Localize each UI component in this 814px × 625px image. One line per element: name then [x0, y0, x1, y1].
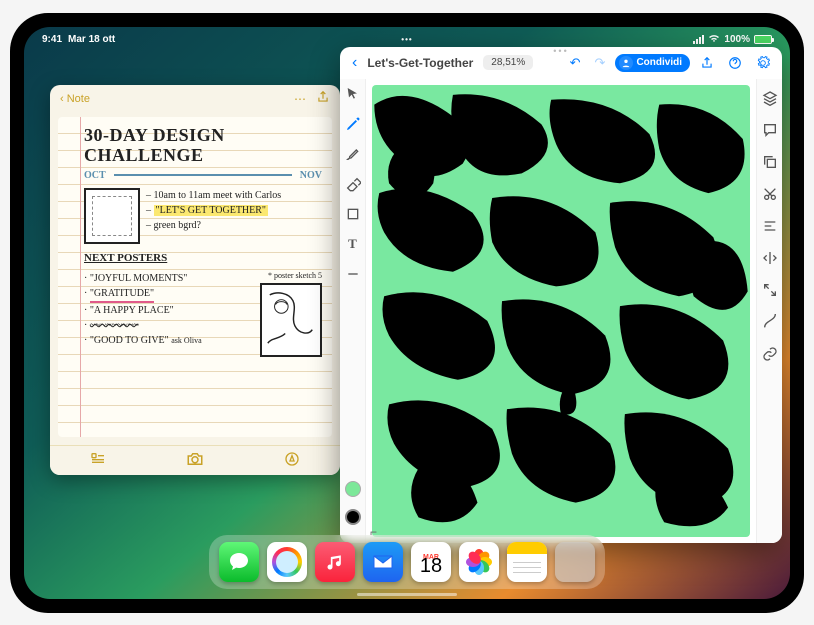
app-mail[interactable] [363, 542, 403, 582]
app-library[interactable] [555, 542, 595, 582]
layers-icon[interactable] [761, 89, 779, 107]
signal-icon [693, 35, 704, 44]
notes-paper[interactable]: 30-DAY DESIGN CHALLENGE OCT NOV – 10am t… [58, 117, 332, 437]
notes-window[interactable]: ‹ Note ⋯ 30-DAY DESIGN CHALLENGE OCT NOV [50, 85, 340, 475]
poster-1: "JOYFUL MOMENTS" [90, 273, 188, 284]
app-safari[interactable] [267, 542, 307, 582]
color-swatch-green[interactable] [345, 481, 361, 497]
settings-icon[interactable] [752, 56, 774, 70]
app-photos[interactable] [459, 542, 499, 582]
notes-back-button[interactable]: ‹ Note [60, 93, 90, 105]
notes-bottom-toolbar [50, 445, 340, 475]
eraser-tool[interactable] [344, 175, 362, 193]
timeline-line [114, 174, 292, 176]
left-toolbar: T [340, 79, 366, 543]
bullet-2: "LET'S GET TOGETHER" [154, 205, 269, 216]
right-toolbar [756, 79, 782, 543]
poster-2: "GRATITUDE" [90, 286, 154, 303]
dock: MAR18 [209, 535, 605, 589]
app-notes[interactable] [507, 542, 547, 582]
status-date: Mar 18 ott [68, 34, 115, 45]
ipad-screen: 9:41 Mar 18 ott ••• 100% ‹ Note ⋯ [24, 27, 790, 599]
whiteboard-titlebar: ••• ‹ Let's-Get-Together 28,51% ↶ ↷ Cond… [340, 47, 782, 79]
checklist-icon[interactable] [90, 451, 106, 470]
help-icon[interactable] [724, 56, 746, 70]
artwork-canvas[interactable] [372, 85, 750, 537]
comment-icon[interactable] [761, 121, 779, 139]
wb-zoom-control[interactable]: 28,51% [483, 55, 533, 70]
camera-icon[interactable] [186, 450, 204, 471]
brush-tool[interactable] [344, 145, 362, 163]
multitask-dots-icon[interactable]: ••• [401, 35, 412, 44]
flip-icon[interactable] [761, 249, 779, 267]
wifi-icon [708, 33, 720, 46]
whiteboard-window[interactable]: ••• ‹ Let's-Get-Together 28,51% ↶ ↷ Cond… [340, 47, 782, 543]
align-icon[interactable] [761, 217, 779, 235]
poster-sketch-5 [260, 283, 322, 357]
wb-back-button[interactable]: ‹ [348, 54, 361, 72]
pen-tool[interactable] [344, 115, 362, 133]
duplicate-icon[interactable] [761, 153, 779, 171]
battery-icon [754, 35, 772, 44]
link-icon[interactable] [761, 345, 779, 363]
status-time: 9:41 [42, 34, 62, 45]
text-tool[interactable]: T [344, 235, 362, 253]
color-swatch-black[interactable] [345, 509, 361, 525]
app-music[interactable] [315, 542, 355, 582]
share-button[interactable]: Condividi [615, 54, 690, 72]
month-to: NOV [300, 167, 322, 184]
bullet-1: 10am to 11am meet with Carlos [154, 190, 282, 201]
app-calendar[interactable]: MAR18 [411, 542, 451, 582]
notes-more-icon[interactable]: ⋯ [294, 92, 308, 106]
line-tool[interactable] [344, 265, 362, 283]
wb-title: Let's-Get-Together [367, 56, 473, 70]
poster-5: "GOOD TO GIVE" [90, 335, 169, 346]
note-title: 30-DAY DESIGN CHALLENGE [84, 125, 322, 165]
markup-icon[interactable] [284, 451, 300, 470]
sketch-label: poster sketch 5 [274, 271, 322, 280]
export-icon[interactable] [696, 56, 718, 70]
selection-tool[interactable] [344, 85, 362, 103]
canvas-area[interactable]: ⌐ [366, 79, 756, 543]
battery-pct: 100% [724, 34, 750, 45]
notes-toolbar: ‹ Note ⋯ [50, 85, 340, 113]
notes-share-icon[interactable] [316, 90, 330, 107]
ipad-frame: 9:41 Mar 18 ott ••• 100% ‹ Note ⋯ [10, 13, 804, 613]
bullet-3: green bgrd? [154, 220, 201, 231]
ask-oliva: ask Oliva [171, 336, 201, 345]
curve-icon[interactable] [761, 313, 779, 331]
poster-3: "A HAPPY PLACE" [90, 305, 174, 316]
section-header: NEXT POSTERS [84, 250, 322, 267]
avatar-icon [619, 56, 633, 70]
wb-multitask-dots-icon[interactable]: ••• [553, 47, 568, 55]
cut-icon[interactable] [761, 185, 779, 203]
redo-button[interactable]: ↷ [591, 55, 610, 71]
month-from: OCT [84, 167, 106, 184]
poster-4-strike: ~~~~~~~~~ [90, 320, 139, 331]
poster-sketch-1 [84, 188, 140, 244]
transform-icon[interactable] [761, 281, 779, 299]
home-indicator[interactable] [357, 593, 457, 596]
shape-tool[interactable] [344, 205, 362, 223]
app-messages[interactable] [219, 542, 259, 582]
undo-button[interactable]: ↶ [566, 55, 585, 71]
